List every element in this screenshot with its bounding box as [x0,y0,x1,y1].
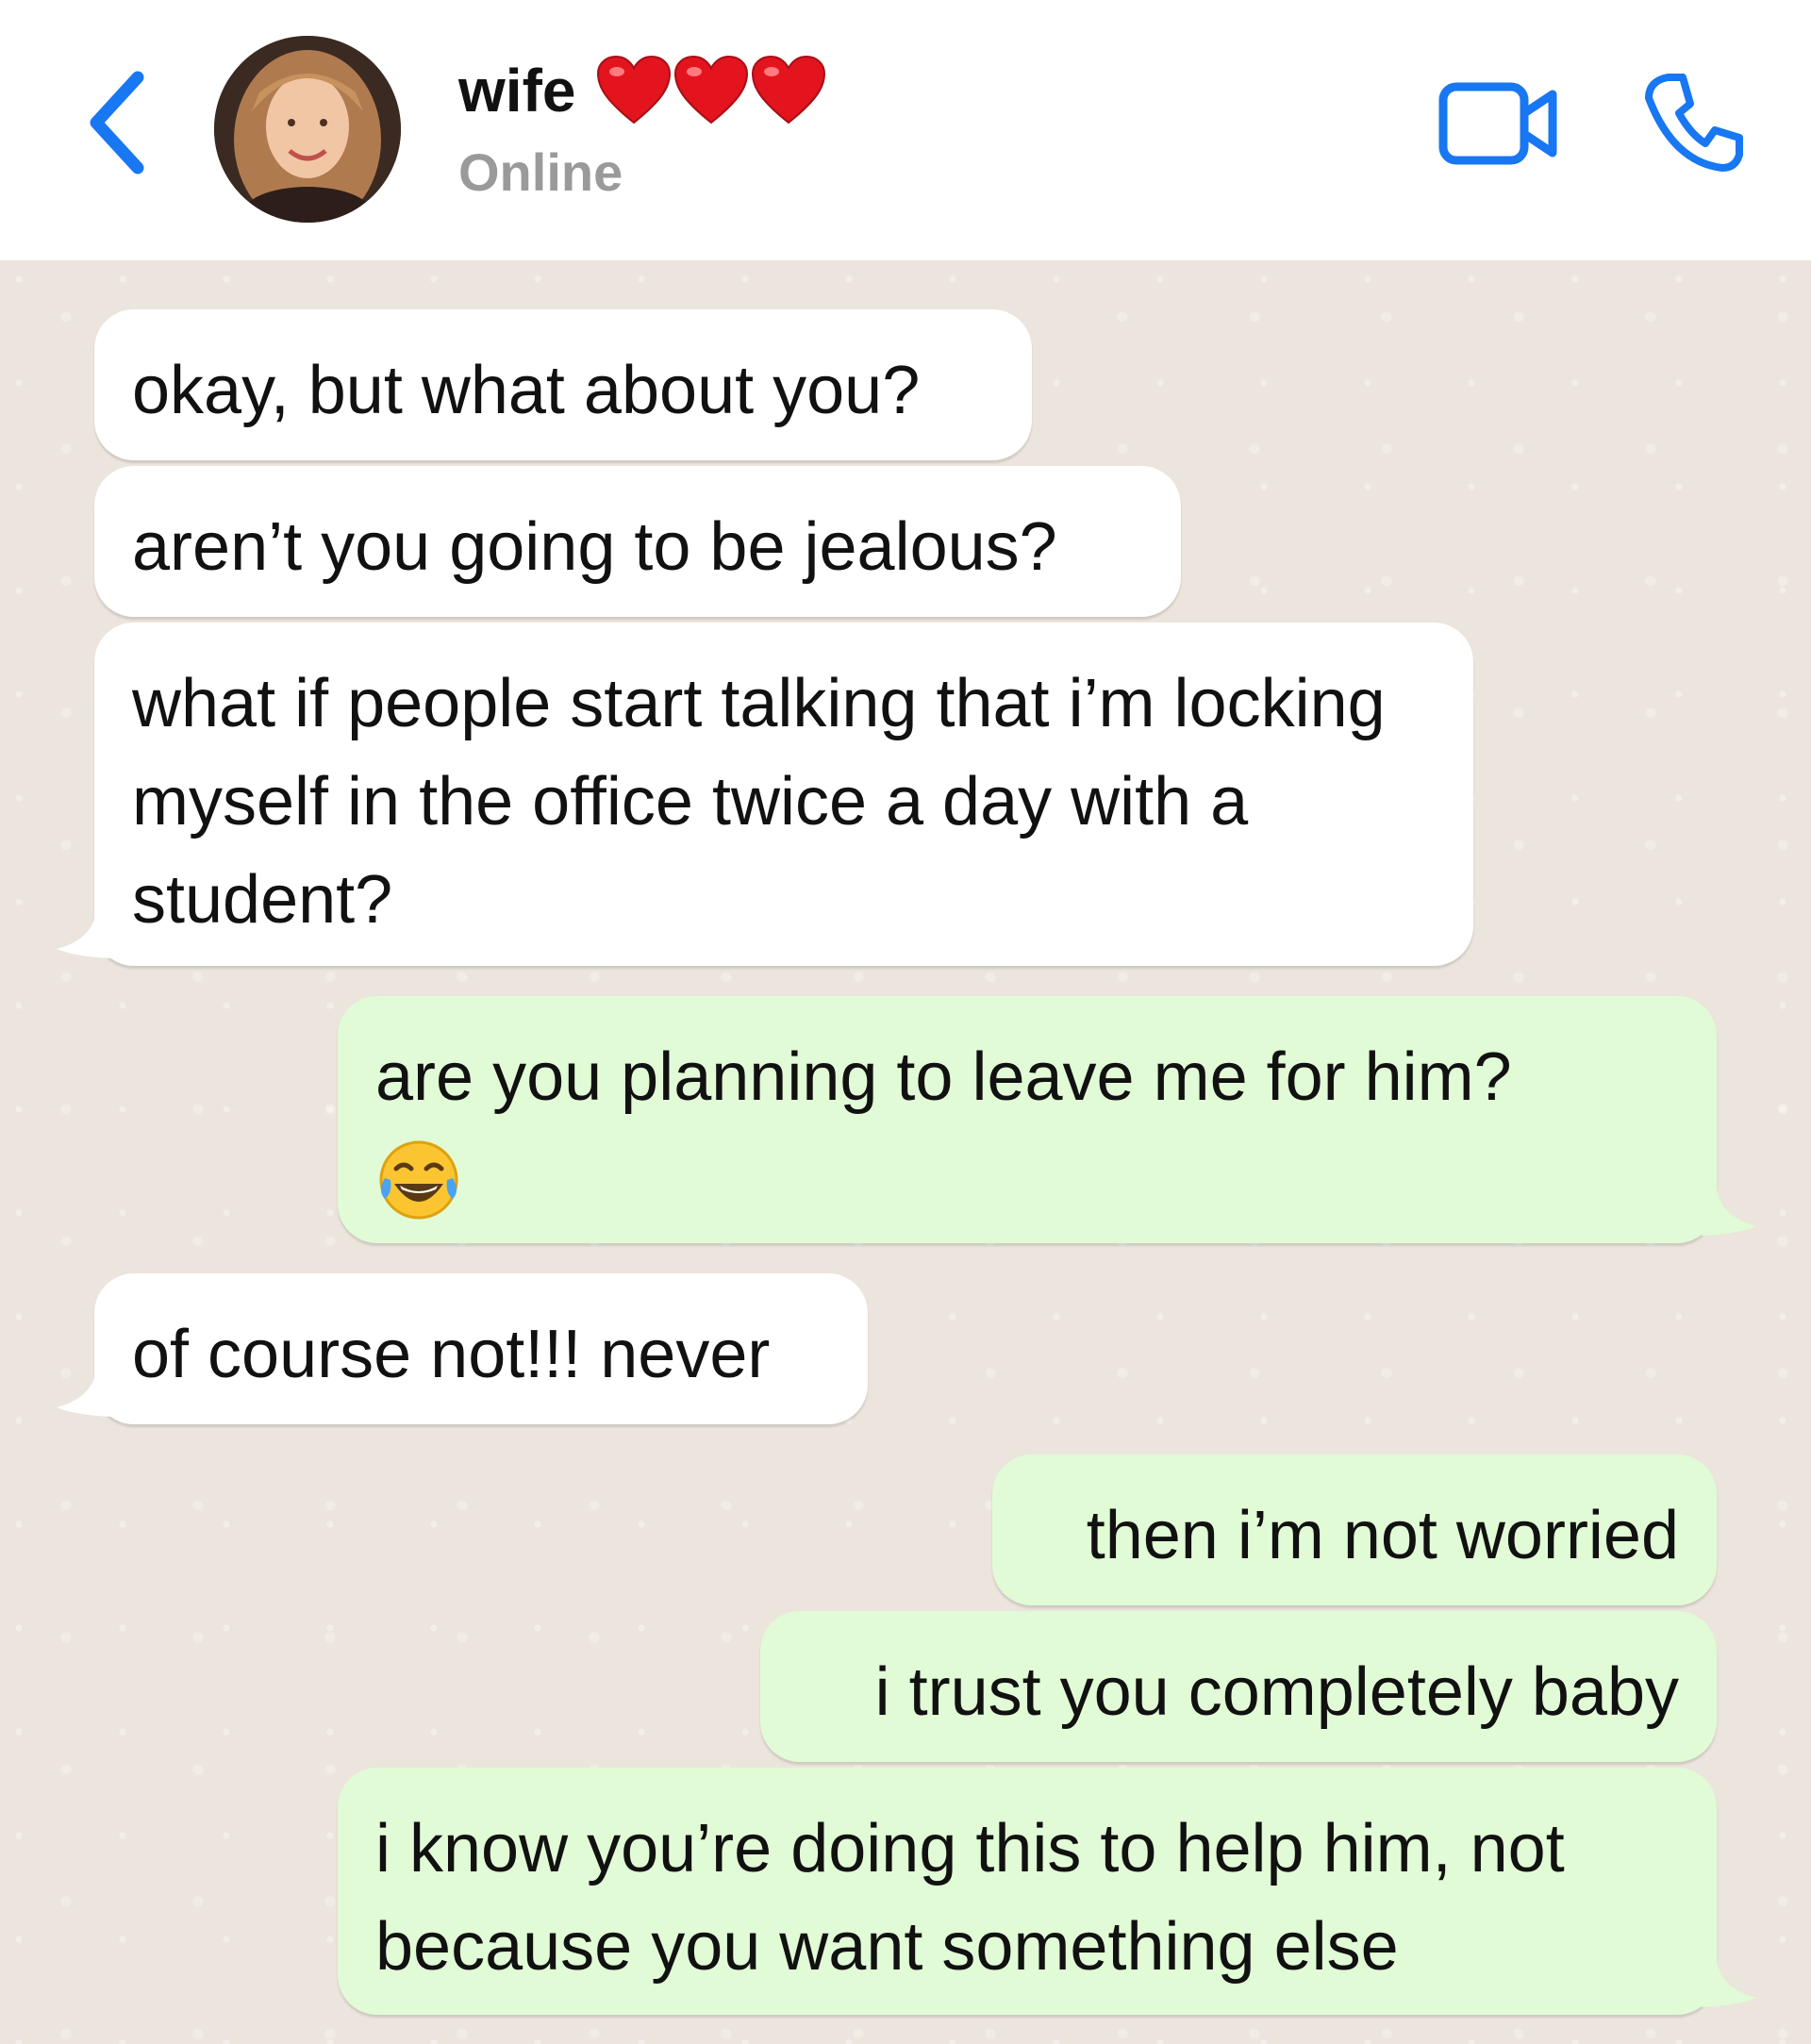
message-text: what if people start talking that i’m lo… [132,666,1386,938]
message-text: okay, but what about you? [132,353,921,428]
message-text: i trust you completely baby [874,1654,1679,1730]
red-heart-icon [674,55,749,125]
outgoing-bubble-tail [1702,1960,1756,2007]
incoming-message[interactable]: of course not!!! never [94,1273,868,1424]
chat-area[interactable]: okay, but what about you? aren’t you goi… [0,260,1811,2044]
outgoing-message[interactable]: i know you’re doing this to help him, no… [338,1768,1717,2015]
message-text: are you planning to leave me for him? [375,1039,1512,1115]
message-text: of course not!!! never [132,1317,771,1392]
video-call-icon[interactable] [1437,77,1560,176]
outgoing-message[interactable]: then i’m not worried [992,1454,1717,1605]
chat-header: wife Online [0,0,1811,260]
avatar[interactable] [214,36,401,223]
incoming-message[interactable]: okay, but what about you? [94,309,1032,460]
contact-name[interactable]: wife [458,55,826,126]
message-text: aren’t you going to be jealous? [132,509,1057,585]
back-chevron-icon[interactable] [83,66,158,179]
incoming-message[interactable]: aren’t you going to be jealous? [94,466,1181,617]
incoming-message[interactable]: what if people start talking that i’m lo… [94,623,1473,966]
outgoing-message[interactable]: i trust you completely baby [760,1611,1717,1762]
outgoing-bubble-tail [1702,1188,1756,1236]
phone-call-icon[interactable] [1641,70,1747,180]
incoming-bubble-tail [57,911,111,958]
red-heart-icon [752,55,826,125]
red-heart-icon [597,55,672,125]
incoming-bubble-tail [57,1370,111,1417]
outgoing-message[interactable]: are you planning to leave me for him? [338,996,1717,1243]
message-text: i know you’re doing this to help him, no… [375,1811,1565,1985]
message-text: then i’m not worried [1086,1498,1679,1573]
online-status: Online [458,142,623,202]
tears-of-joy-emoji-icon [375,1137,462,1223]
contact-name-text: wife [458,57,576,125]
hearts-group [596,55,826,126]
